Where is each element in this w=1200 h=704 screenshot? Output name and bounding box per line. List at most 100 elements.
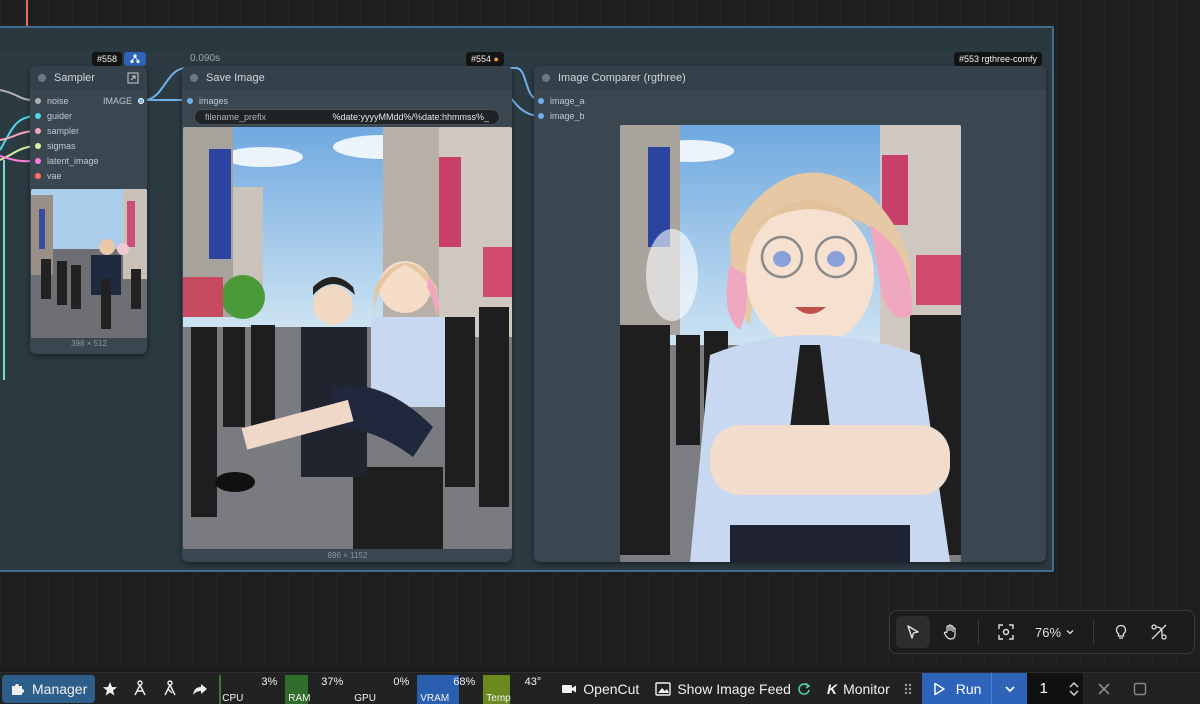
zoom-level: 76%	[1035, 624, 1062, 640]
collapse-dot-icon[interactable]	[38, 74, 46, 82]
run-button[interactable]: Run	[921, 672, 992, 704]
slot-dot	[35, 143, 41, 149]
sampler-input-sigmas[interactable]: sigmas	[35, 141, 76, 151]
save-image-preview[interactable]	[183, 127, 512, 549]
comparer-input-image-a[interactable]: image_a	[538, 96, 585, 106]
collapse-dot-icon[interactable]	[190, 74, 198, 82]
sampler-title: Sampler	[54, 72, 95, 84]
image-icon	[655, 681, 672, 696]
chevron-down-icon	[1066, 630, 1074, 635]
queue-count: 1	[1039, 680, 1048, 697]
slot-label: image_a	[550, 96, 585, 106]
pointer-icon	[907, 625, 919, 639]
queue-count-stepper[interactable]: 1	[1027, 672, 1084, 704]
show-image-feed-button[interactable]: Show Image Feed	[647, 673, 819, 704]
slot-label: latent_image	[47, 156, 99, 166]
ram-meter: RAM 37%	[285, 673, 347, 704]
slot-dot	[35, 173, 41, 179]
pan-tool-button[interactable]	[934, 616, 968, 648]
close-icon	[1098, 682, 1111, 695]
comparer-title-bar[interactable]: Image Comparer (rgthree)	[534, 66, 1046, 90]
fit-view-button[interactable]	[989, 616, 1023, 648]
chevron-down-icon[interactable]	[1069, 690, 1079, 697]
toolbar-divider	[978, 620, 979, 644]
hand-icon	[943, 624, 956, 640]
favorites-button[interactable]	[95, 673, 125, 704]
nodes-library-button[interactable]	[155, 673, 185, 704]
slot-dot	[35, 113, 41, 119]
comparer-id-badge: #553 rgthree-comfy	[954, 52, 1043, 66]
monitor-label: Monitor	[843, 680, 890, 697]
share-button[interactable]	[185, 673, 215, 704]
sampler-title-bar[interactable]: Sampler	[30, 66, 147, 90]
slot-label: IMAGE	[103, 96, 133, 106]
cpu-label: CPU	[222, 692, 244, 704]
sampler-input-latent-image[interactable]: latent_image	[35, 156, 99, 166]
run-mode-dropdown[interactable]	[991, 672, 1028, 704]
save-image-preview-size: 896 × 1152	[327, 551, 368, 560]
comparer-input-image-b[interactable]: image_b	[538, 111, 585, 121]
canvas-zoom-toolbar: 76%	[889, 610, 1195, 654]
sampler-input-guider[interactable]: guider	[35, 111, 72, 121]
cpu-value: 3%	[261, 675, 278, 688]
filename-prefix-field[interactable]: filename_prefix %date:yyyyMMdd%/%date:hh…	[194, 109, 500, 125]
focus-icon	[998, 624, 1014, 640]
ram-label: RAM	[288, 692, 311, 704]
stop-square-icon	[1134, 682, 1147, 695]
sampler-group-badge[interactable]	[124, 52, 146, 66]
manager-button[interactable]: Manager	[2, 674, 96, 703]
graph-icon	[164, 679, 176, 695]
sampler-input-vae[interactable]: vae	[35, 171, 62, 181]
slot-label: sigmas	[47, 141, 76, 151]
expand-icon[interactable]	[127, 72, 139, 84]
save-image-input-images[interactable]: images	[187, 96, 228, 106]
image-feed-label: Show Image Feed	[677, 680, 791, 697]
cancel-button[interactable]	[1089, 673, 1119, 704]
sampler-preview-size: 398 × 512	[71, 339, 107, 348]
temp-meter: Temp 43°	[483, 673, 545, 704]
slot-dot	[538, 98, 544, 104]
widget-value: %date:yyyyMMdd%/%date:hhmmss%_	[332, 112, 489, 122]
collapse-dot-icon[interactable]	[542, 74, 550, 82]
gpu-label: GPU	[354, 692, 376, 704]
slot-label: noise	[47, 96, 69, 106]
hints-button[interactable]	[1104, 616, 1138, 648]
fox-icon: ●	[493, 54, 499, 64]
vram-value: 68%	[453, 675, 476, 688]
stop-button[interactable]	[1125, 673, 1155, 704]
chevron-up-icon[interactable]	[1069, 681, 1079, 688]
group-header[interactable]	[0, 28, 1052, 52]
drag-handle[interactable]	[898, 673, 918, 704]
star-icon	[103, 681, 118, 695]
puzzle-icon	[12, 683, 24, 695]
select-tool-button[interactable]	[896, 616, 930, 648]
gpu-value: 0%	[393, 675, 410, 688]
save-image-title: Save Image	[206, 72, 265, 84]
monitor-button[interactable]: K Monitor	[819, 673, 898, 704]
graph-canvas[interactable]: #558 Sampler noise guider sampler sigmas…	[0, 0, 1200, 668]
stepper-arrows[interactable]	[1069, 681, 1079, 697]
manager-label: Manager	[32, 680, 88, 697]
opencut-button[interactable]: OpenCut	[553, 673, 647, 704]
share-arrow-icon	[193, 683, 208, 695]
cpu-meter-fill	[219, 674, 222, 704]
save-image-title-bar[interactable]: Save Image	[182, 66, 512, 90]
slot-label: image_b	[550, 111, 585, 121]
sampler-input-sampler[interactable]: sampler	[35, 126, 79, 136]
sampler-input-noise[interactable]: noise	[35, 96, 69, 106]
sampler-output-image[interactable]: IMAGE	[103, 96, 145, 106]
video-camera-icon	[562, 684, 577, 693]
execution-time: 0.090s	[190, 53, 221, 64]
temp-value: 43°	[524, 675, 542, 688]
temp-label: Temp	[486, 692, 511, 704]
gpu-meter: GPU 0%	[351, 673, 413, 704]
toggle-links-button[interactable]	[1142, 616, 1176, 648]
k-icon: K	[826, 680, 838, 697]
bottom-taskbar: Manager CPU 3% RAM 37% GPU 0% VRAM 68% T…	[0, 672, 1200, 704]
comparer-preview-image[interactable]	[620, 125, 961, 562]
sampler-preview-image[interactable]	[31, 189, 147, 338]
link-off-icon	[1151, 624, 1167, 640]
workflow-button[interactable]	[125, 673, 155, 704]
zoom-level-dropdown[interactable]: 76%	[1027, 625, 1083, 640]
slot-dot	[187, 98, 193, 104]
